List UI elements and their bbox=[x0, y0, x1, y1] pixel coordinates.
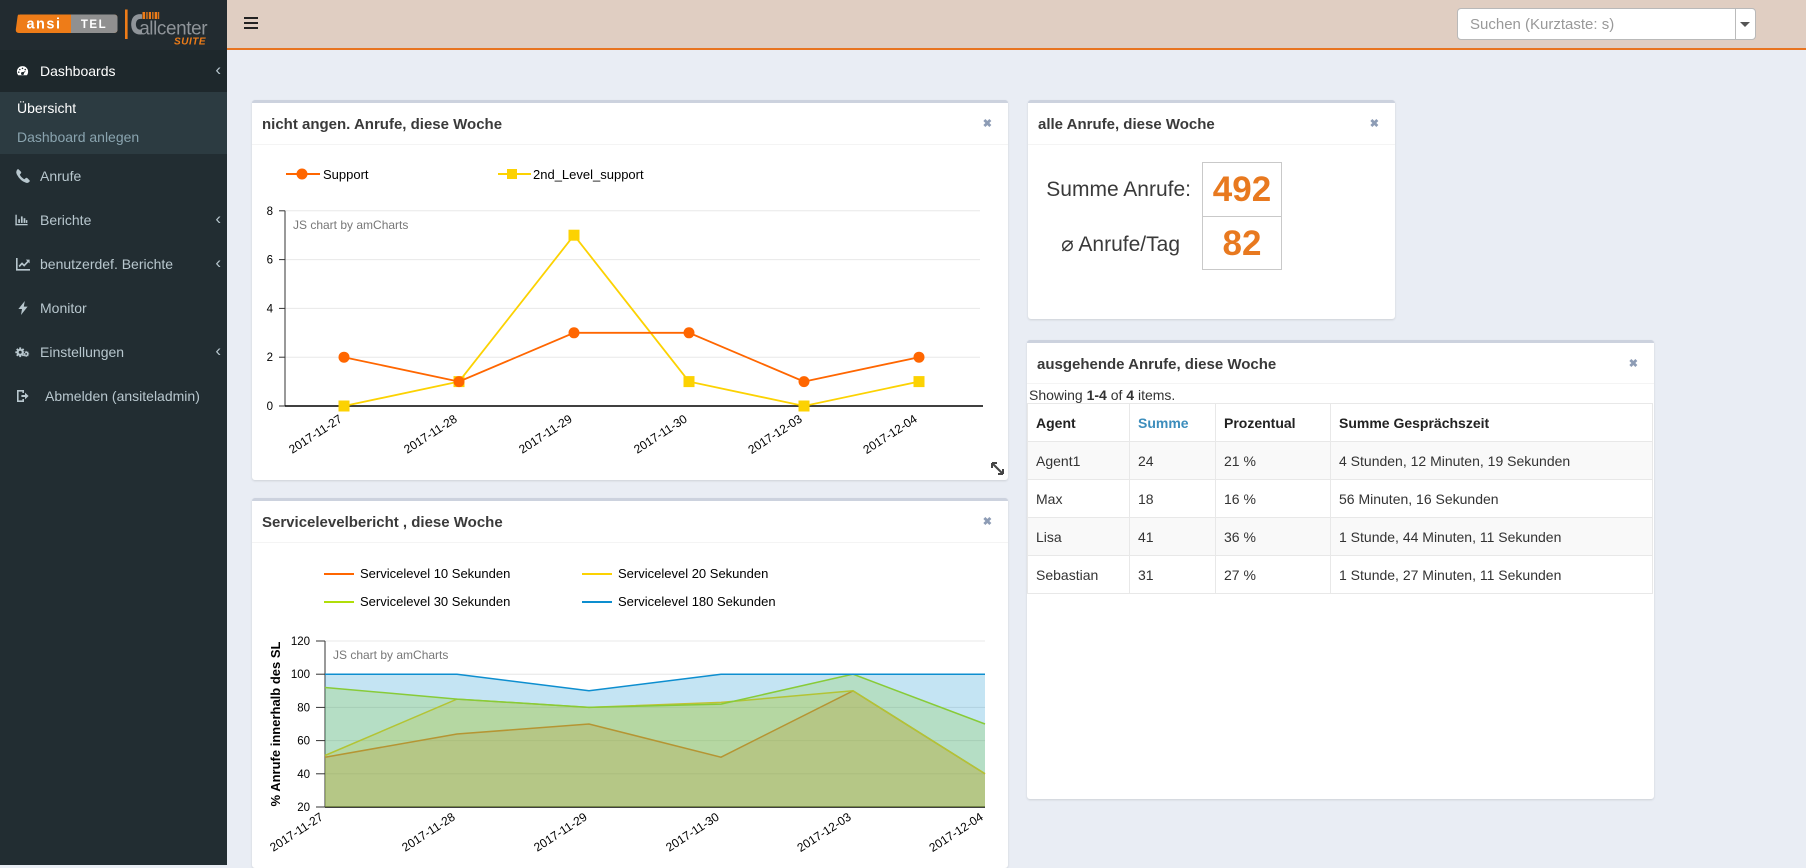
svg-text:2nd_Level_support: 2nd_Level_support bbox=[533, 167, 644, 182]
svg-text:Servicelevel 30 Sekunden: Servicelevel 30 Sekunden bbox=[360, 594, 510, 609]
svg-text:TEL: TEL bbox=[81, 19, 107, 31]
svg-text:2017-11-27: 2017-11-27 bbox=[267, 810, 326, 855]
svg-text:% Anrufe innerhalb des SL: % Anrufe innerhalb des SL bbox=[268, 641, 283, 806]
svg-text:60: 60 bbox=[297, 736, 310, 748]
svg-text:2017-11-30: 2017-11-30 bbox=[631, 412, 690, 457]
svg-text:ansi: ansi bbox=[26, 17, 61, 33]
svg-text:JS chart by amCharts: JS chart by amCharts bbox=[293, 218, 408, 232]
svg-text:0: 0 bbox=[267, 401, 273, 413]
svg-text:100: 100 bbox=[291, 669, 310, 681]
svg-text:8: 8 bbox=[267, 206, 273, 218]
svg-text:Support: Support bbox=[323, 167, 369, 182]
svg-text:80: 80 bbox=[297, 702, 310, 714]
svg-text:6: 6 bbox=[267, 255, 273, 267]
svg-text:2017-11-29: 2017-11-29 bbox=[516, 412, 575, 457]
svg-text:2017-12-04: 2017-12-04 bbox=[927, 810, 986, 855]
svg-text:2017-11-30: 2017-11-30 bbox=[663, 810, 722, 855]
svg-text:2017-12-03: 2017-12-03 bbox=[746, 412, 805, 457]
svg-text:Servicelevel 180 Sekunden: Servicelevel 180 Sekunden bbox=[618, 594, 776, 609]
svg-text:2: 2 bbox=[267, 352, 273, 364]
svg-text:2017-11-27: 2017-11-27 bbox=[286, 412, 345, 457]
svg-text:2017-11-28: 2017-11-28 bbox=[401, 412, 460, 457]
svg-text:120: 120 bbox=[291, 636, 310, 648]
svg-text:20: 20 bbox=[297, 802, 310, 814]
svg-text:2017-12-04: 2017-12-04 bbox=[861, 412, 920, 457]
svg-text:2017-11-28: 2017-11-28 bbox=[399, 810, 458, 855]
svg-text:4: 4 bbox=[267, 303, 274, 315]
svg-text:SUITE: SUITE bbox=[174, 37, 206, 48]
svg-text:2017-11-29: 2017-11-29 bbox=[531, 810, 590, 855]
svg-text:2017-12-03: 2017-12-03 bbox=[795, 810, 854, 855]
svg-text:JS chart by amCharts: JS chart by amCharts bbox=[333, 648, 448, 662]
svg-text:40: 40 bbox=[297, 769, 310, 781]
svg-text:Servicelevel 20 Sekunden: Servicelevel 20 Sekunden bbox=[618, 566, 768, 581]
svg-text:Servicelevel 10 Sekunden: Servicelevel 10 Sekunden bbox=[360, 566, 510, 581]
